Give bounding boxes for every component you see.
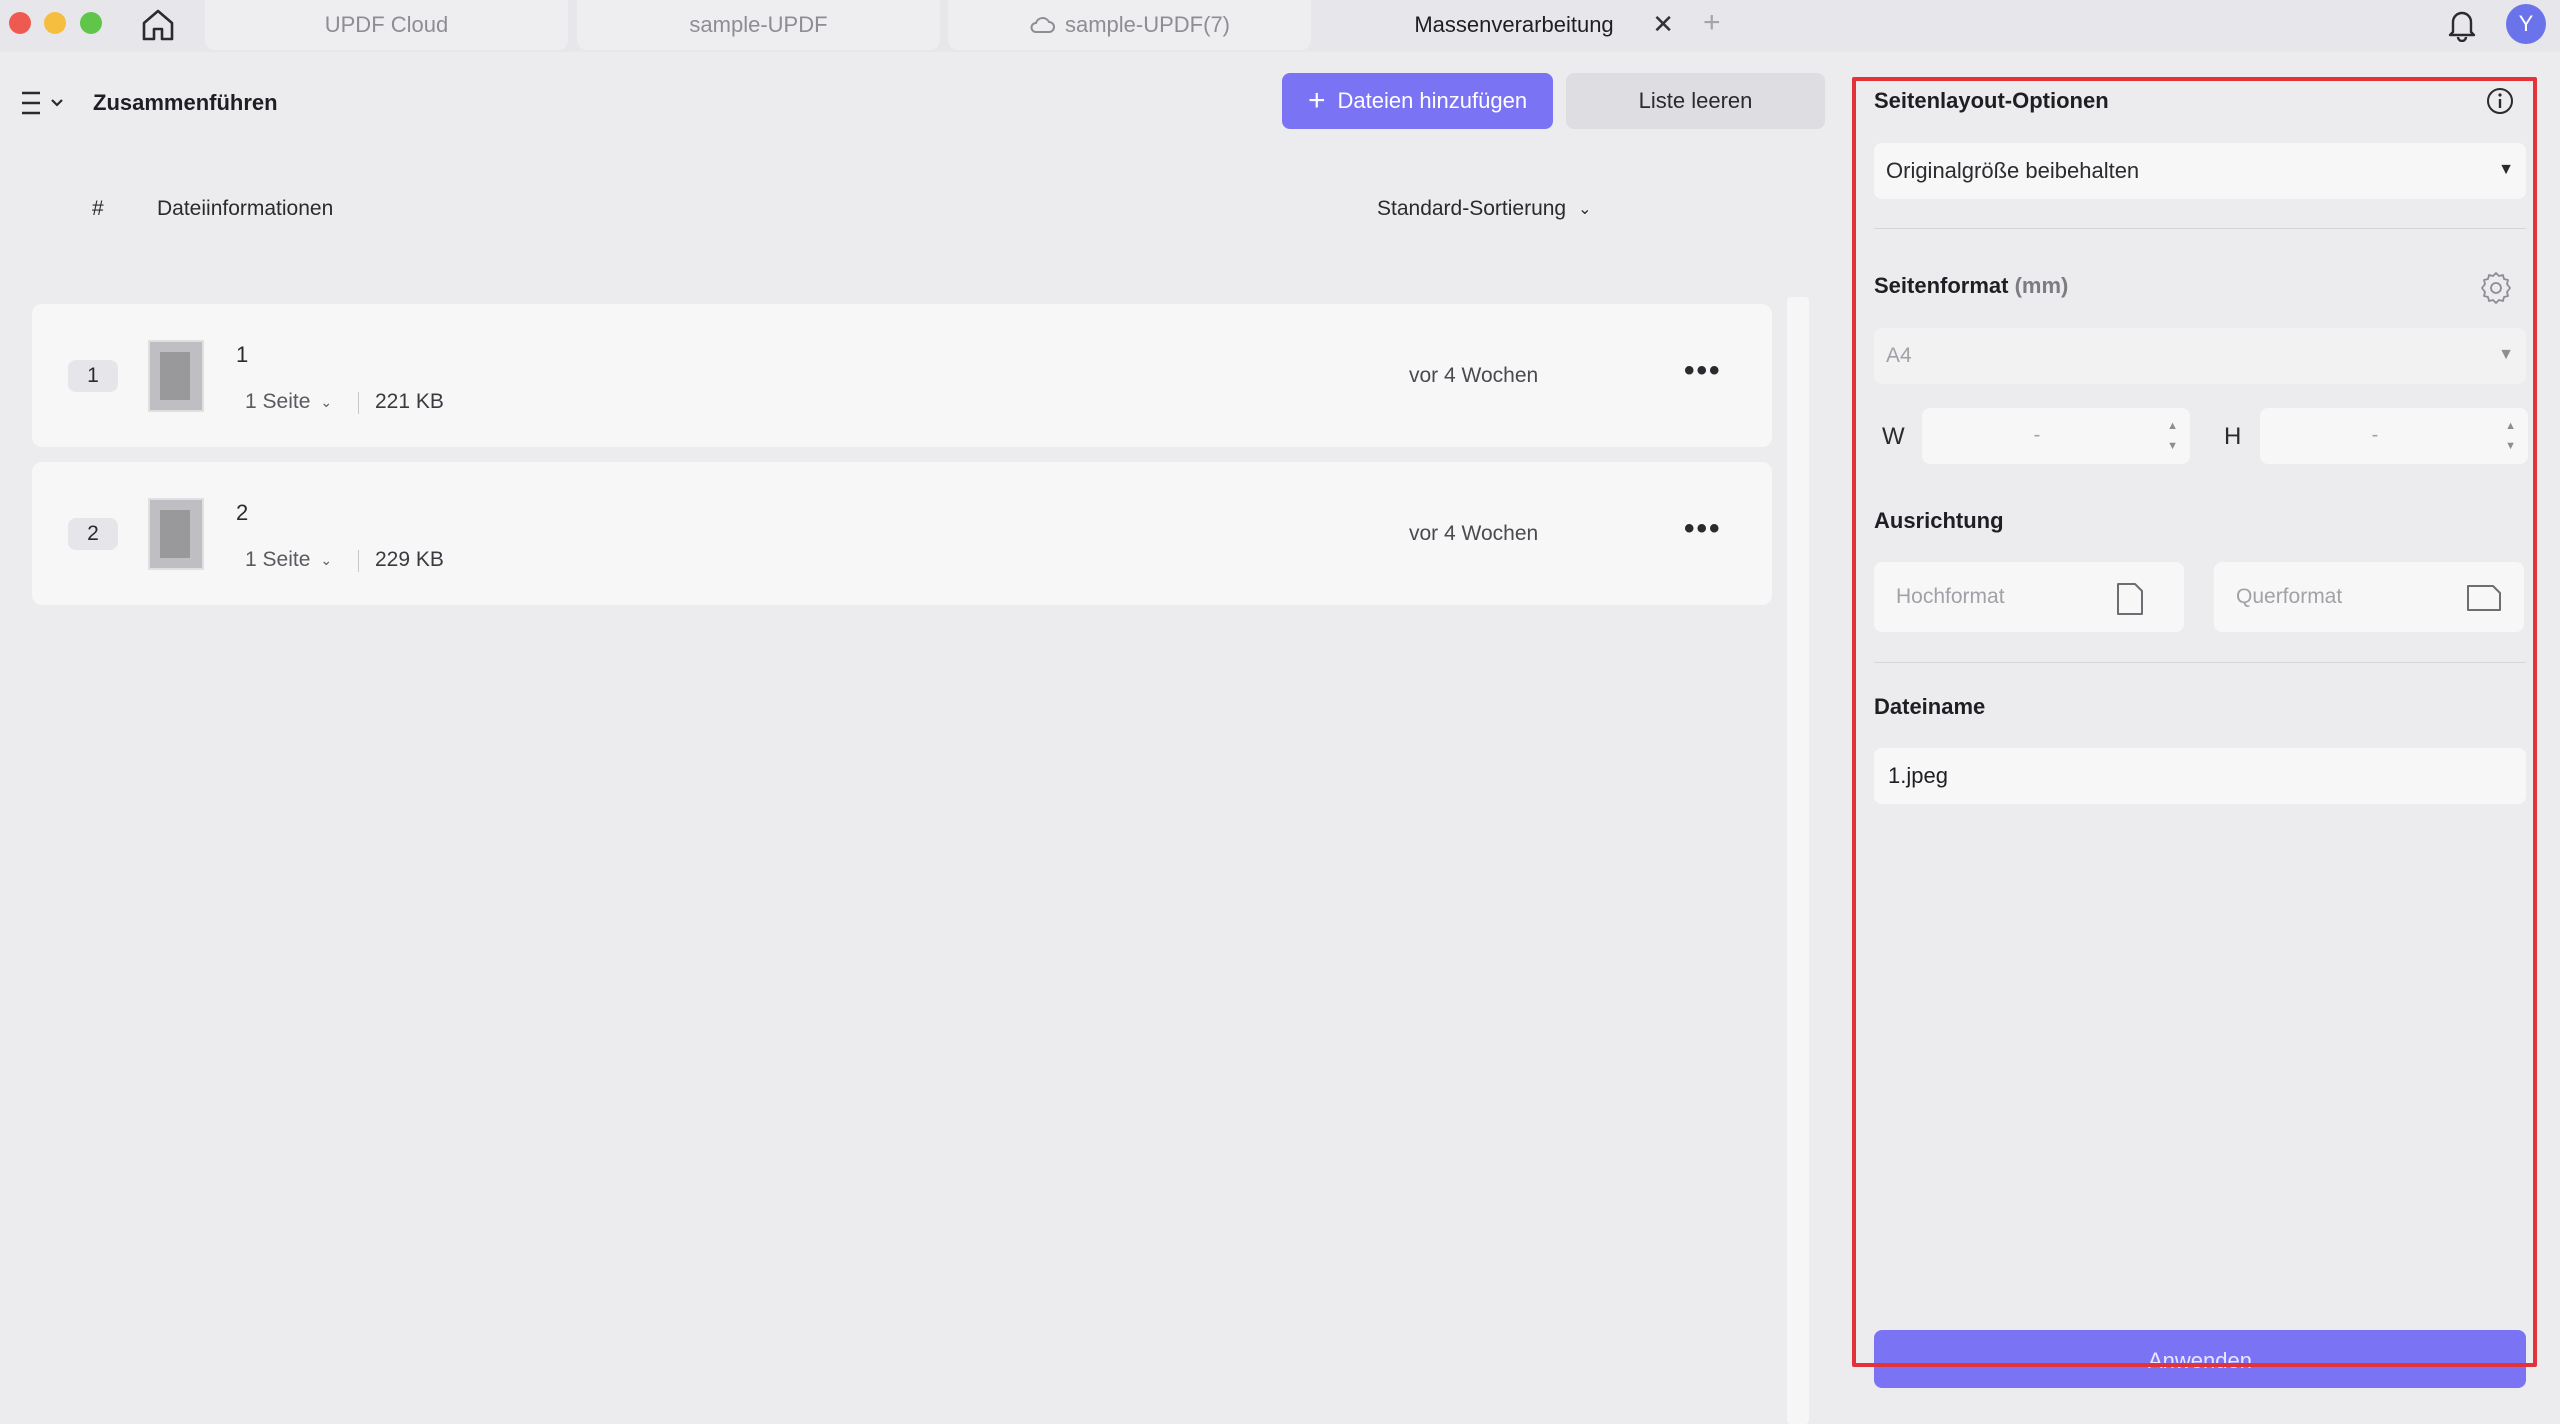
file-thumbnail xyxy=(148,340,204,412)
file-row[interactable]: 1 1 1 Seite ⌄ 221 KB vor 4 Wochen ••• xyxy=(32,304,1772,447)
scrollbar[interactable] xyxy=(1787,297,1809,1424)
tab-massenverarbeitung[interactable]: Massenverarbeitung ✕ xyxy=(1320,0,1690,50)
divider xyxy=(358,550,359,572)
page-count-dropdown[interactable]: 1 Seite ⌄ xyxy=(245,548,332,572)
bell-icon[interactable] xyxy=(2445,6,2479,42)
add-files-label: Dateien hinzufügen xyxy=(1337,88,1528,113)
divider xyxy=(358,392,359,414)
file-index: 2 xyxy=(68,518,118,550)
page-count-dropdown[interactable]: 1 Seite ⌄ xyxy=(245,390,332,414)
sort-dropdown[interactable]: Standard-Sortierung ⌄ xyxy=(1377,197,1592,221)
chevron-down-icon: ⌄ xyxy=(320,393,333,410)
file-size: 229 KB xyxy=(375,548,444,571)
file-row[interactable]: 2 2 1 Seite ⌄ 229 KB vor 4 Wochen ••• xyxy=(32,462,1772,605)
file-thumbnail xyxy=(148,498,204,570)
home-icon[interactable] xyxy=(138,6,178,44)
file-date: vor 4 Wochen xyxy=(1409,522,1539,545)
tab-sample-updf-7[interactable]: sample-UPDF(7) xyxy=(948,0,1311,50)
maximize-window-button[interactable] xyxy=(80,12,102,34)
file-list-area: Zusammenführen + Dateien hinzufügen List… xyxy=(0,52,1842,1424)
clear-list-button[interactable]: Liste leeren xyxy=(1566,73,1825,129)
tab-label: UPDF Cloud xyxy=(324,12,449,37)
file-name: 2 xyxy=(236,500,249,525)
file-date: vor 4 Wochen xyxy=(1409,364,1539,387)
close-window-button[interactable] xyxy=(9,12,31,34)
file-index: 1 xyxy=(68,360,118,392)
chevron-down-icon: ⌄ xyxy=(320,551,333,568)
column-header-file-info: Dateiinformationen xyxy=(157,197,334,220)
tab-updf-cloud[interactable]: UPDF Cloud xyxy=(205,0,568,50)
plus-icon: + xyxy=(1307,84,1326,117)
page-count: 1 Seite xyxy=(245,390,311,413)
clear-list-label: Liste leeren xyxy=(1638,88,1753,113)
more-options-icon[interactable]: ••• xyxy=(1684,514,1722,544)
chevron-down-icon: ⌄ xyxy=(1578,201,1592,218)
file-name: 1 xyxy=(236,342,249,367)
add-tab-icon[interactable]: + xyxy=(1703,8,1721,38)
more-options-icon[interactable]: ••• xyxy=(1684,356,1722,386)
page-count: 1 Seite xyxy=(245,548,311,571)
file-size: 221 KB xyxy=(375,390,444,413)
page-title: Zusammenführen xyxy=(93,90,278,115)
tab-label: Massenverarbeitung xyxy=(1414,12,1614,37)
title-bar: UPDF Cloud sample-UPDF sample-UPDF(7) Ma… xyxy=(0,0,2560,52)
tab-sample-updf[interactable]: sample-UPDF xyxy=(577,0,940,50)
menu-icon[interactable] xyxy=(22,88,70,118)
tab-label: sample-UPDF xyxy=(689,12,828,37)
close-tab-icon[interactable]: ✕ xyxy=(1652,11,1674,37)
minimize-window-button[interactable] xyxy=(44,12,66,34)
avatar[interactable]: Y xyxy=(2506,4,2546,44)
column-header-index: # xyxy=(92,197,104,220)
cloud-icon xyxy=(1030,17,1055,33)
add-files-button[interactable]: + Dateien hinzufügen xyxy=(1282,73,1553,129)
sort-label: Standard-Sortierung xyxy=(1377,197,1567,220)
tab-label: sample-UPDF(7) xyxy=(1064,12,1231,37)
highlight-frame xyxy=(1852,77,2537,1367)
